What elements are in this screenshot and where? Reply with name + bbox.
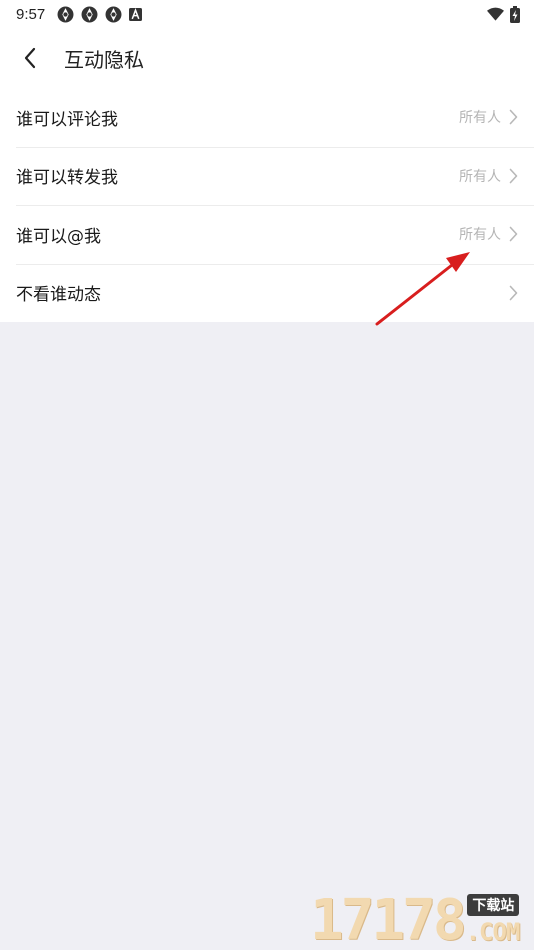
app-a-icon [129, 7, 143, 21]
aperture-icon [57, 6, 74, 22]
status-icons-right [487, 5, 520, 23]
watermark-digits: 17178 [310, 888, 467, 950]
settings-list: 谁可以评论我 所有人 谁可以转发我 所有人 谁可以@我 所有人 不看谁动态 [0, 88, 534, 322]
setting-value: 所有人 [459, 227, 501, 244]
setting-hide-feeds[interactable]: 不看谁动态 [0, 263, 534, 323]
battery-charging-icon [510, 5, 520, 23]
chevron-right-icon [509, 168, 518, 184]
aperture-icon [81, 6, 98, 22]
watermark: 17178 下载站 .COM [310, 886, 534, 950]
chevron-right-icon [509, 285, 518, 301]
watermark-right: 下载站 .COM [466, 894, 520, 946]
setting-who-can-comment[interactable]: 谁可以评论我 所有人 [0, 88, 534, 147]
watermark-badge: 下载站 [467, 894, 520, 916]
chevron-right-icon [509, 109, 518, 125]
status-time: 9:57 [16, 5, 46, 23]
setting-who-can-repost[interactable]: 谁可以转发我 所有人 [0, 146, 534, 206]
status-icons-left [57, 6, 143, 23]
app-bar: 互动隐私 [0, 28, 534, 88]
setting-label: 谁可以评论我 [16, 109, 118, 130]
chevron-right-icon [509, 226, 518, 242]
wifi-icon [487, 7, 504, 21]
setting-label: 谁可以@我 [16, 226, 101, 247]
setting-value: 所有人 [459, 110, 501, 127]
setting-value: 所有人 [459, 168, 501, 185]
setting-label: 谁可以转发我 [16, 168, 118, 189]
back-button[interactable] [0, 28, 60, 88]
chevron-left-icon [24, 47, 36, 69]
setting-label: 不看谁动态 [16, 285, 101, 306]
setting-who-can-mention[interactable]: 谁可以@我 所有人 [0, 205, 534, 264]
page-title: 互动隐私 [64, 47, 144, 72]
status-bar: 9:57 [0, 0, 534, 28]
aperture-icon [105, 6, 122, 22]
watermark-suffix: .COM [465, 918, 521, 946]
